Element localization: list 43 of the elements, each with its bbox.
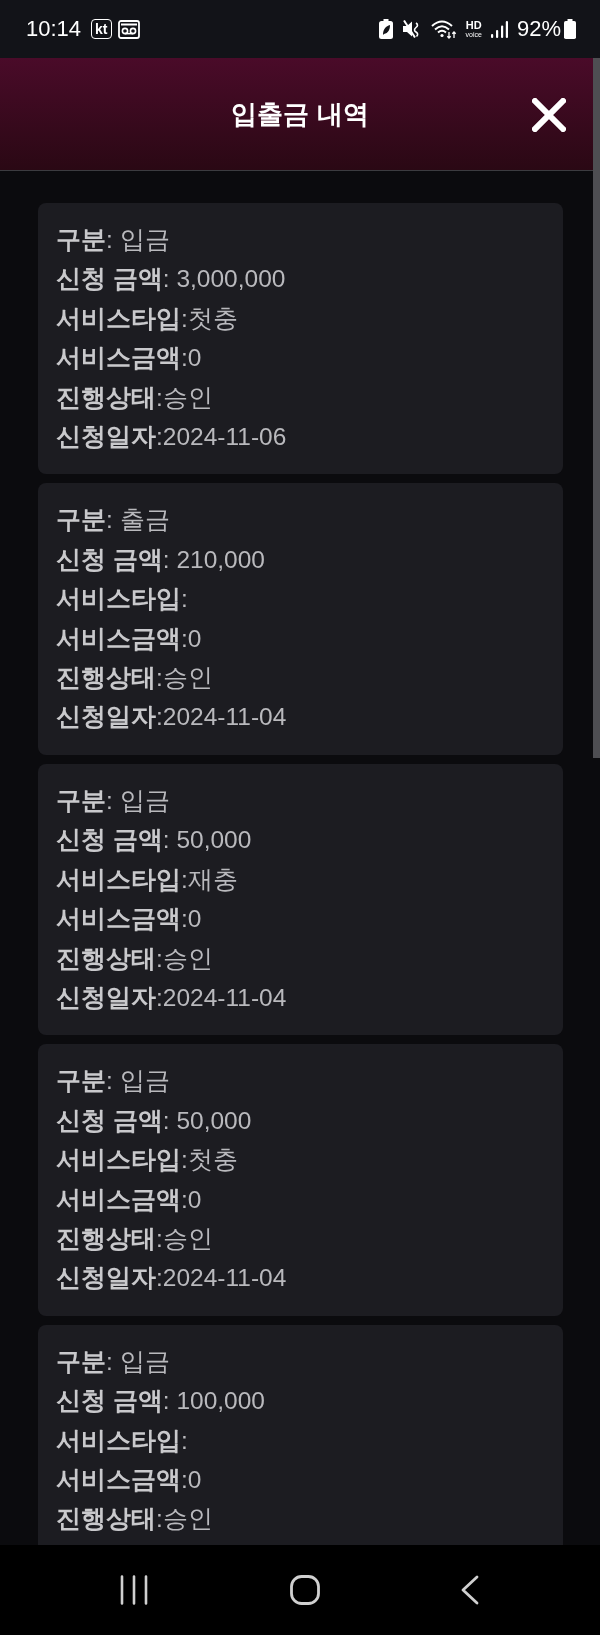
detail-line: 신청일자:2024-11-04 [56, 1263, 288, 1294]
detail-line: 서비스금액:0 [56, 343, 203, 374]
detail-line: 진행상태:승인 [56, 382, 214, 413]
detail-line: 신청 금액: 100,000 [56, 1386, 266, 1417]
detail-line: 구분: 입금 [56, 1066, 171, 1097]
battery-leaf-icon [378, 19, 393, 39]
detail-line: 신청일자:2024-11-04 [56, 702, 288, 733]
voicemail-icon [117, 19, 140, 39]
wifi-icon [430, 19, 457, 39]
home-icon[interactable] [289, 1575, 320, 1605]
detail-line: 서비스타입:첫충 [56, 1145, 239, 1176]
detail-line: 서비스금액:0 [56, 904, 203, 935]
detail-line: 서비스금액:0 [56, 623, 203, 654]
detail-line: 신청 금액: 50,000 [56, 1105, 253, 1136]
signal-icon [490, 20, 508, 38]
detail-line: 진행상태:승인 [56, 1504, 214, 1535]
detail-line: 진행상태:승인 [56, 663, 214, 694]
detail-line: 신청일자:2024-11-04 [56, 982, 288, 1013]
detail-line: 서비스금액:0 [56, 1184, 203, 1215]
detail-line: 신청 금액: 50,000 [56, 825, 253, 856]
detail-line: 진행상태:승인 [56, 1223, 214, 1254]
detail-line: 신청 금액: 210,000 [56, 544, 266, 575]
detail-line: 진행상태:승인 [56, 943, 214, 974]
detail-line: 구분: 입금 [56, 1346, 171, 1377]
carrier-label: kt [91, 19, 112, 39]
hd-label: HD [465, 19, 482, 31]
detail-line: 서비스타입: [56, 584, 189, 615]
detail-line: 구분: 입금 [56, 225, 171, 255]
page-title: 입출금 내역 [231, 98, 369, 131]
back-icon[interactable] [461, 1575, 479, 1605]
detail-line: 서비스금액:0 [56, 1464, 203, 1495]
close-icon[interactable] [532, 98, 566, 132]
detail-line: 서비스타입:첫충 [56, 303, 239, 334]
battery-percent: 92% [516, 16, 561, 42]
detail-line: 구분: 출금 [56, 505, 171, 536]
detail-line: 신청일자:2024-11-06 [56, 422, 288, 453]
status-time: 10:14 [26, 16, 82, 42]
detail-line: 서비스타입:재충 [56, 864, 239, 895]
detail-line: 서비스타입: [56, 1425, 189, 1456]
recent-apps-icon[interactable] [120, 1575, 148, 1605]
battery-icon [564, 19, 576, 39]
detail-line: 신청 금액: 3,000,000 [56, 264, 287, 295]
detail-line: 구분: 입금 [56, 785, 171, 816]
